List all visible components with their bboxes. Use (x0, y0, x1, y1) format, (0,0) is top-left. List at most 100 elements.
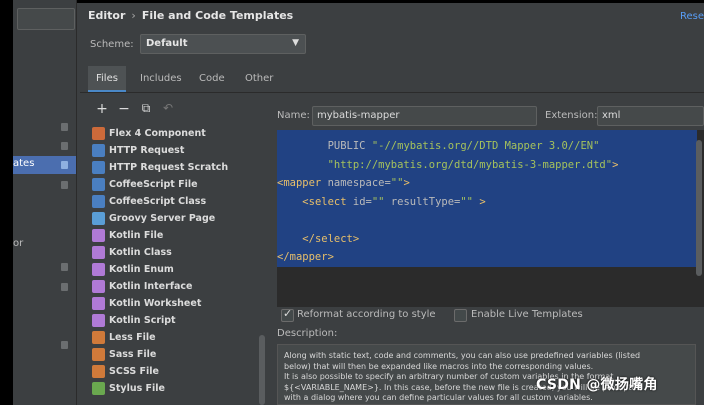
sidebar-item[interactable] (13, 336, 76, 354)
code-token: namespace= (327, 177, 391, 189)
sidebar-item-file-and-code-templates[interactable]: ates (13, 156, 76, 174)
sidebar-item[interactable] (13, 258, 76, 276)
add-icon[interactable]: + (94, 101, 110, 117)
checkmark-icon: ✓ (283, 307, 293, 320)
breadcrumb: Editor › File and Code Templates (88, 9, 293, 22)
code-token: > (403, 177, 410, 189)
list-scrollbar[interactable] (259, 335, 265, 405)
reset-link[interactable]: Reset (680, 11, 704, 22)
tab-other[interactable]: Other (237, 66, 281, 92)
name-value: mybatis-mapper (317, 110, 400, 121)
scheme-label: Scheme: (90, 39, 134, 50)
tab-includes[interactable]: Includes (132, 66, 190, 92)
template-label: SCSS File (109, 366, 160, 377)
template-label: CoffeeScript Class (109, 196, 207, 207)
template-label: Flex 4 Component (109, 128, 206, 139)
name-label: Name: (277, 110, 310, 121)
code-token: > (612, 158, 619, 171)
code-line: </select> (277, 233, 359, 245)
sass-icon (92, 348, 105, 361)
code-token: "-//mybatis.org//DTD Mapper 3.0//EN" (371, 140, 600, 152)
description-line: Along with static text, code and comment… (284, 351, 641, 360)
kotlin-icon (92, 314, 105, 327)
reset-icon[interactable]: ↶ (160, 101, 176, 115)
stylus-icon (92, 382, 105, 395)
code-token: </select> (302, 232, 360, 245)
extension-value: xml (602, 110, 621, 121)
copy-settings-icon (61, 161, 68, 169)
code-token: > (479, 195, 486, 208)
description-line: below) that will then be expanded like m… (284, 361, 594, 371)
tab-files[interactable]: Files (88, 66, 126, 92)
scheme-select[interactable]: Default ▼ (140, 34, 306, 54)
template-label: Groovy Server Page (109, 213, 216, 224)
reformat-checkbox[interactable]: ✓ (281, 307, 294, 322)
template-label: Sass File (109, 349, 157, 360)
template-label: Kotlin Interface (109, 281, 193, 292)
live-templates-checkbox[interactable] (454, 309, 467, 322)
template-label: HTTP Request Scratch (109, 162, 229, 173)
code-line: <select id="" resultType="" > (277, 195, 486, 208)
description-label: Description: (277, 328, 338, 339)
template-code-editor[interactable]: PUBLIC "-//mybatis.org//DTD Mapper 3.0//… (277, 130, 704, 307)
sidebar-item[interactable]: or (13, 236, 76, 254)
code-token: PUBLIC (327, 140, 372, 152)
code-line: "http://mybatis.org/dtd/mybatis-3-mapper… (277, 158, 619, 171)
sidebar-item[interactable] (13, 176, 76, 194)
sidebar-item[interactable] (13, 278, 76, 296)
chevron-right-icon: › (131, 9, 136, 22)
groovy-icon (92, 212, 105, 225)
template-label: Kotlin Script (109, 315, 176, 326)
coffeescript-icon (92, 178, 105, 191)
code-token: <select (302, 195, 353, 208)
dropdown-arrow-icon: ▼ (292, 38, 299, 48)
copy-settings-icon (61, 283, 68, 291)
settings-search-input[interactable] (17, 8, 75, 30)
code-token: "" (371, 195, 391, 208)
code-token: "" (390, 177, 404, 189)
screen-left-edge (0, 0, 13, 405)
reformat-label: Reformat according to style (297, 309, 436, 320)
template-label: Less File (109, 332, 156, 343)
template-label: Stylus File (109, 383, 166, 394)
description-line: with a dialog where you can define parti… (284, 393, 593, 402)
sidebar-item[interactable] (13, 137, 76, 155)
template-label: HTTP Request (109, 145, 185, 156)
code-line: </mapper> (277, 251, 334, 263)
copy-settings-icon (61, 142, 68, 150)
kotlin-icon (92, 263, 105, 276)
sidebar-item-label: or (13, 238, 24, 249)
code-token: "http://mybatis.org/dtd/mybatis-3-mapper… (327, 158, 613, 171)
settings-sidebar: ates or (13, 0, 77, 405)
code-token: </mapper> (277, 251, 334, 263)
name-field[interactable]: mybatis-mapper (312, 106, 537, 126)
remove-icon[interactable]: − (116, 101, 132, 117)
http-icon (92, 161, 105, 174)
code-token: "" (460, 195, 480, 208)
code-token: id= (352, 195, 372, 208)
tab-code[interactable]: Code (191, 66, 233, 92)
breadcrumb-current: File and Code Templates (141, 9, 294, 22)
kotlin-icon (92, 297, 105, 310)
copy-settings-icon (61, 123, 68, 131)
coffeescript-icon (92, 195, 105, 208)
template-tabs: Files Includes Code Other (80, 66, 704, 93)
scss-icon (92, 365, 105, 378)
code-line: PUBLIC "-//mybatis.org//DTD Mapper 3.0//… (277, 140, 600, 152)
window-top-edge (0, 0, 704, 3)
copy-settings-icon (61, 263, 68, 271)
sidebar-item[interactable] (13, 118, 76, 136)
copy-icon[interactable]: ⧉ (138, 101, 154, 116)
kotlin-icon (92, 229, 105, 242)
extension-label: Extension: (545, 110, 598, 121)
watermark: CSDN @微扬嘴角 (536, 377, 658, 393)
code-token: resultType= (390, 195, 461, 208)
scheme-value: Default (146, 38, 188, 49)
code-scrollbar[interactable] (696, 140, 702, 276)
copy-settings-icon (61, 181, 68, 189)
copy-settings-icon (61, 341, 68, 349)
template-label: Kotlin File (109, 230, 164, 241)
template-label: CoffeeScript File (109, 179, 198, 190)
extension-field[interactable]: xml (597, 106, 704, 126)
kotlin-icon (92, 246, 105, 259)
